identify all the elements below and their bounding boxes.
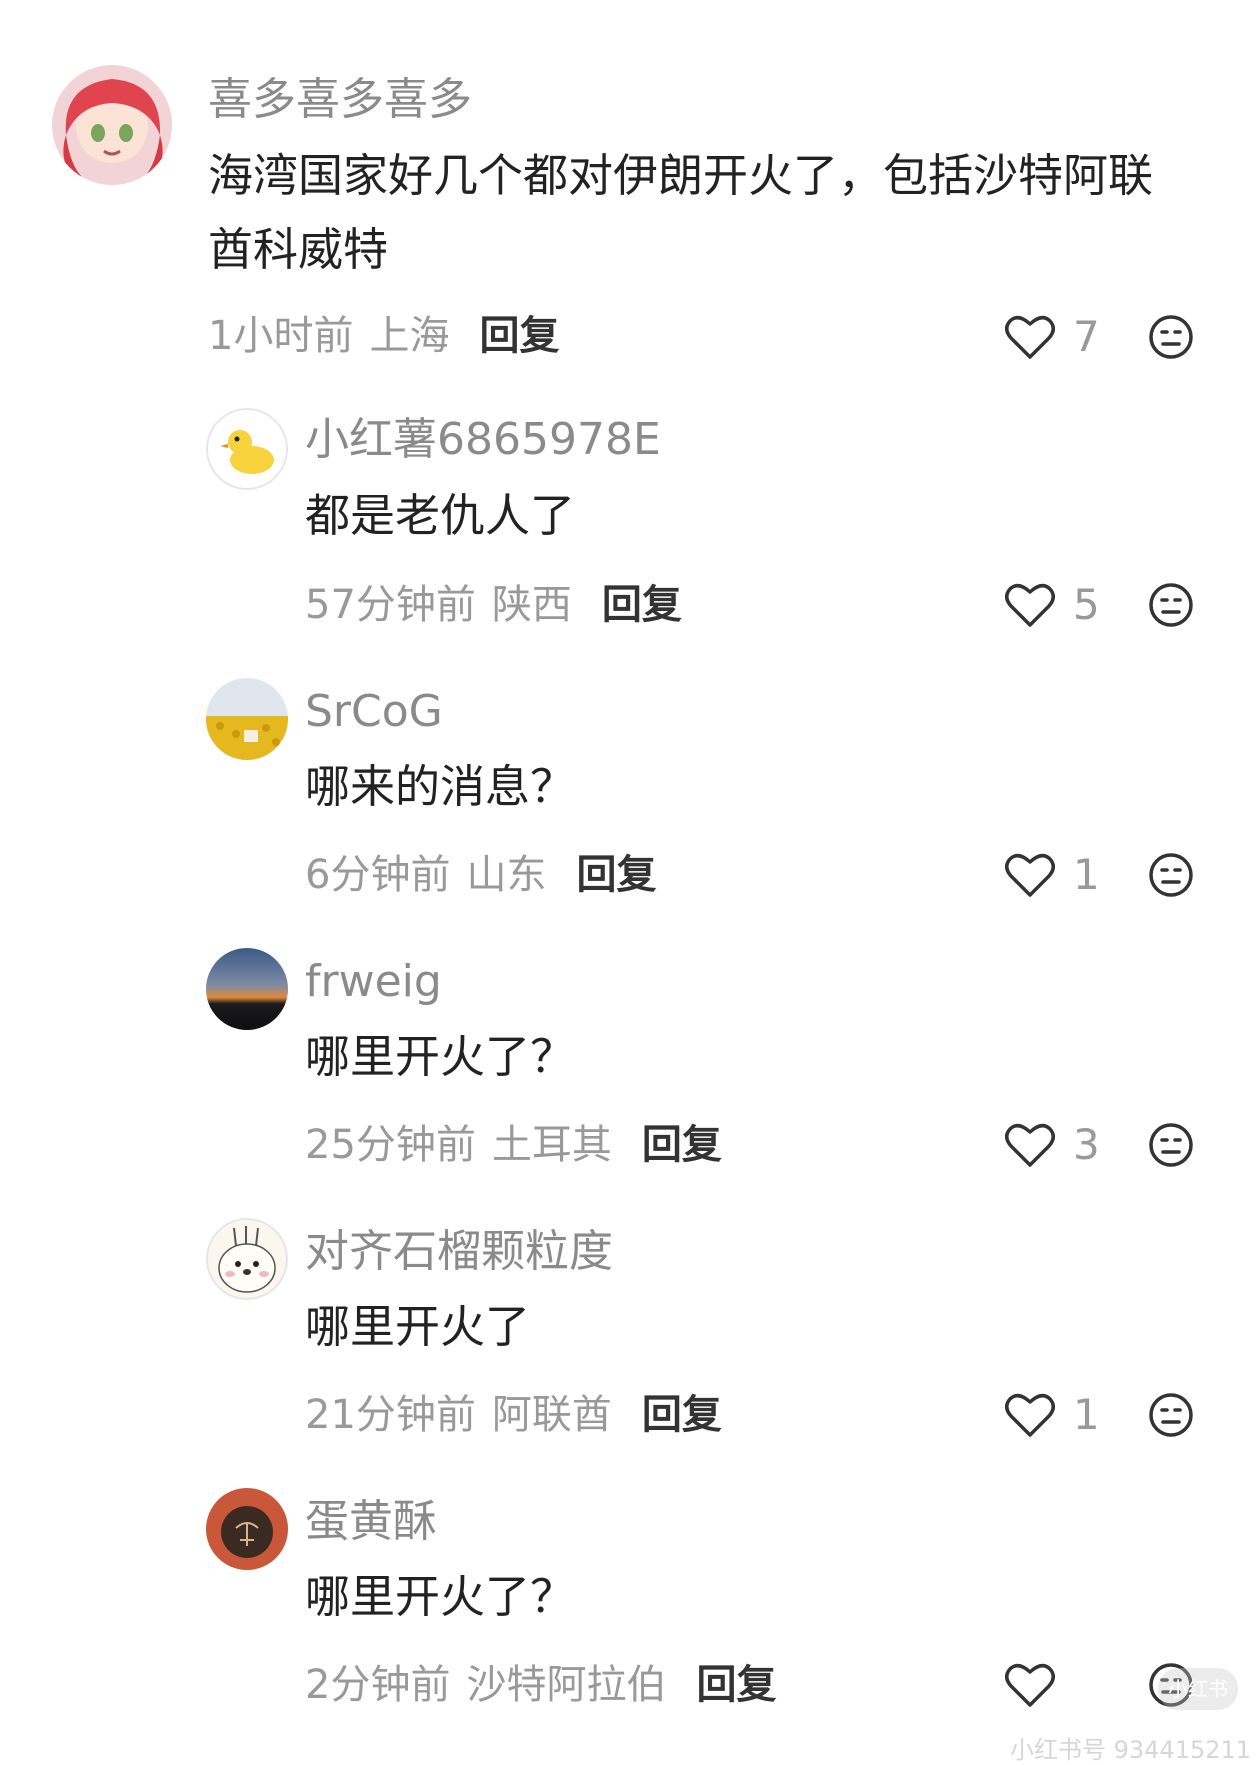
heart-outline-icon: [1005, 1123, 1055, 1167]
comment-text-line-1: 都是老仇人了: [305, 489, 576, 542]
neutral-face-icon: [1149, 853, 1193, 897]
comment-time: 25分钟前: [305, 1122, 476, 1168]
like-button[interactable]: 7: [1005, 314, 1100, 360]
comment-location: 山东: [466, 852, 547, 898]
comment-location: 沙特阿拉伯: [466, 1662, 667, 1708]
like-button[interactable]: 1: [1005, 1392, 1100, 1438]
like-count: 1: [1073, 850, 1100, 899]
comment-text-line-1: 哪来的消息？: [305, 760, 576, 813]
like-count: 3: [1073, 1120, 1100, 1169]
comment-time: 21分钟前: [305, 1392, 476, 1438]
neutral-face-icon: [1149, 1393, 1193, 1437]
neutral-face-icon: [1149, 315, 1193, 359]
like-button[interactable]: 1: [1005, 852, 1100, 898]
avatar[interactable]: [52, 65, 172, 185]
comment-text-line-1: 哪里开火了: [305, 1300, 531, 1353]
avatar[interactable]: [206, 1218, 288, 1300]
watermark-badge: 小红书: [1158, 1668, 1238, 1710]
username[interactable]: 喜多喜多喜多: [208, 78, 472, 122]
like-count: 1: [1073, 1390, 1100, 1439]
dislike-button[interactable]: [1148, 1122, 1194, 1168]
dislike-button[interactable]: [1148, 852, 1194, 898]
like-count: 7: [1073, 312, 1100, 361]
comment-text-line-1: 哪里开火了？: [305, 1030, 576, 1083]
comment-meta: 6分钟前 山东 回复: [305, 855, 656, 895]
heart-outline-icon: [1005, 853, 1055, 897]
reply-button[interactable]: 回复: [696, 1665, 776, 1705]
reply-button[interactable]: 回复: [642, 1125, 722, 1165]
heart-outline-icon: [1005, 315, 1055, 359]
heart-outline-icon: [1005, 1393, 1055, 1437]
avatar[interactable]: [206, 408, 288, 490]
avatar[interactable]: [206, 1488, 288, 1570]
comment-meta: 1小时前 上海 回复: [208, 316, 559, 356]
like-button[interactable]: 3: [1005, 1122, 1100, 1168]
comment-text-line-2: 酋科威特: [208, 223, 389, 276]
reply-button[interactable]: 回复: [576, 855, 656, 895]
comment-location: 上海: [369, 313, 450, 359]
neutral-face-icon: [1149, 583, 1193, 627]
like-button[interactable]: 5: [1005, 582, 1100, 628]
comment-time: 2分钟前: [305, 1662, 451, 1708]
dislike-button[interactable]: [1148, 1392, 1194, 1438]
comment-text-line-1: 哪里开火了？: [305, 1570, 576, 1623]
heart-outline-icon: [1005, 583, 1055, 627]
comment-text-line-1: 海湾国家好几个都对伊朗开火了，包括沙特阿联: [208, 149, 1154, 202]
reply-button[interactable]: 回复: [602, 585, 682, 625]
comment-meta: 21分钟前 阿联酋 回复: [305, 1395, 722, 1435]
like-button[interactable]: [1005, 1662, 1073, 1708]
reply-button[interactable]: 回复: [642, 1395, 722, 1435]
comment-meta: 2分钟前 沙特阿拉伯 回复: [305, 1665, 776, 1705]
comment-time: 57分钟前: [305, 582, 476, 628]
dislike-button[interactable]: [1148, 582, 1194, 628]
comment-location: 土耳其: [491, 1122, 612, 1168]
dislike-button[interactable]: [1148, 314, 1194, 360]
username[interactable]: 小红薯6865978E: [305, 418, 661, 462]
comment-location: 陕西: [491, 582, 572, 628]
comment-meta: 57分钟前 陕西 回复: [305, 585, 682, 625]
comment-time: 6分钟前: [305, 852, 451, 898]
heart-outline-icon: [1005, 1663, 1055, 1707]
avatar[interactable]: [206, 948, 288, 1030]
comment-meta: 25分钟前 土耳其 回复: [305, 1125, 722, 1165]
username[interactable]: frweig: [305, 960, 442, 1004]
reply-button[interactable]: 回复: [479, 316, 559, 356]
like-count: 5: [1073, 580, 1100, 629]
watermark-text: 小红书号 934415211: [1010, 1736, 1252, 1764]
neutral-face-icon: [1149, 1123, 1193, 1167]
username[interactable]: SrCoG: [305, 690, 443, 734]
comment-time: 1小时前: [208, 313, 354, 359]
username[interactable]: 蛋黄酥: [305, 1500, 437, 1544]
comment-location: 阿联酋: [491, 1392, 612, 1438]
username[interactable]: 对齐石榴颗粒度: [305, 1230, 613, 1274]
avatar[interactable]: [206, 678, 288, 760]
